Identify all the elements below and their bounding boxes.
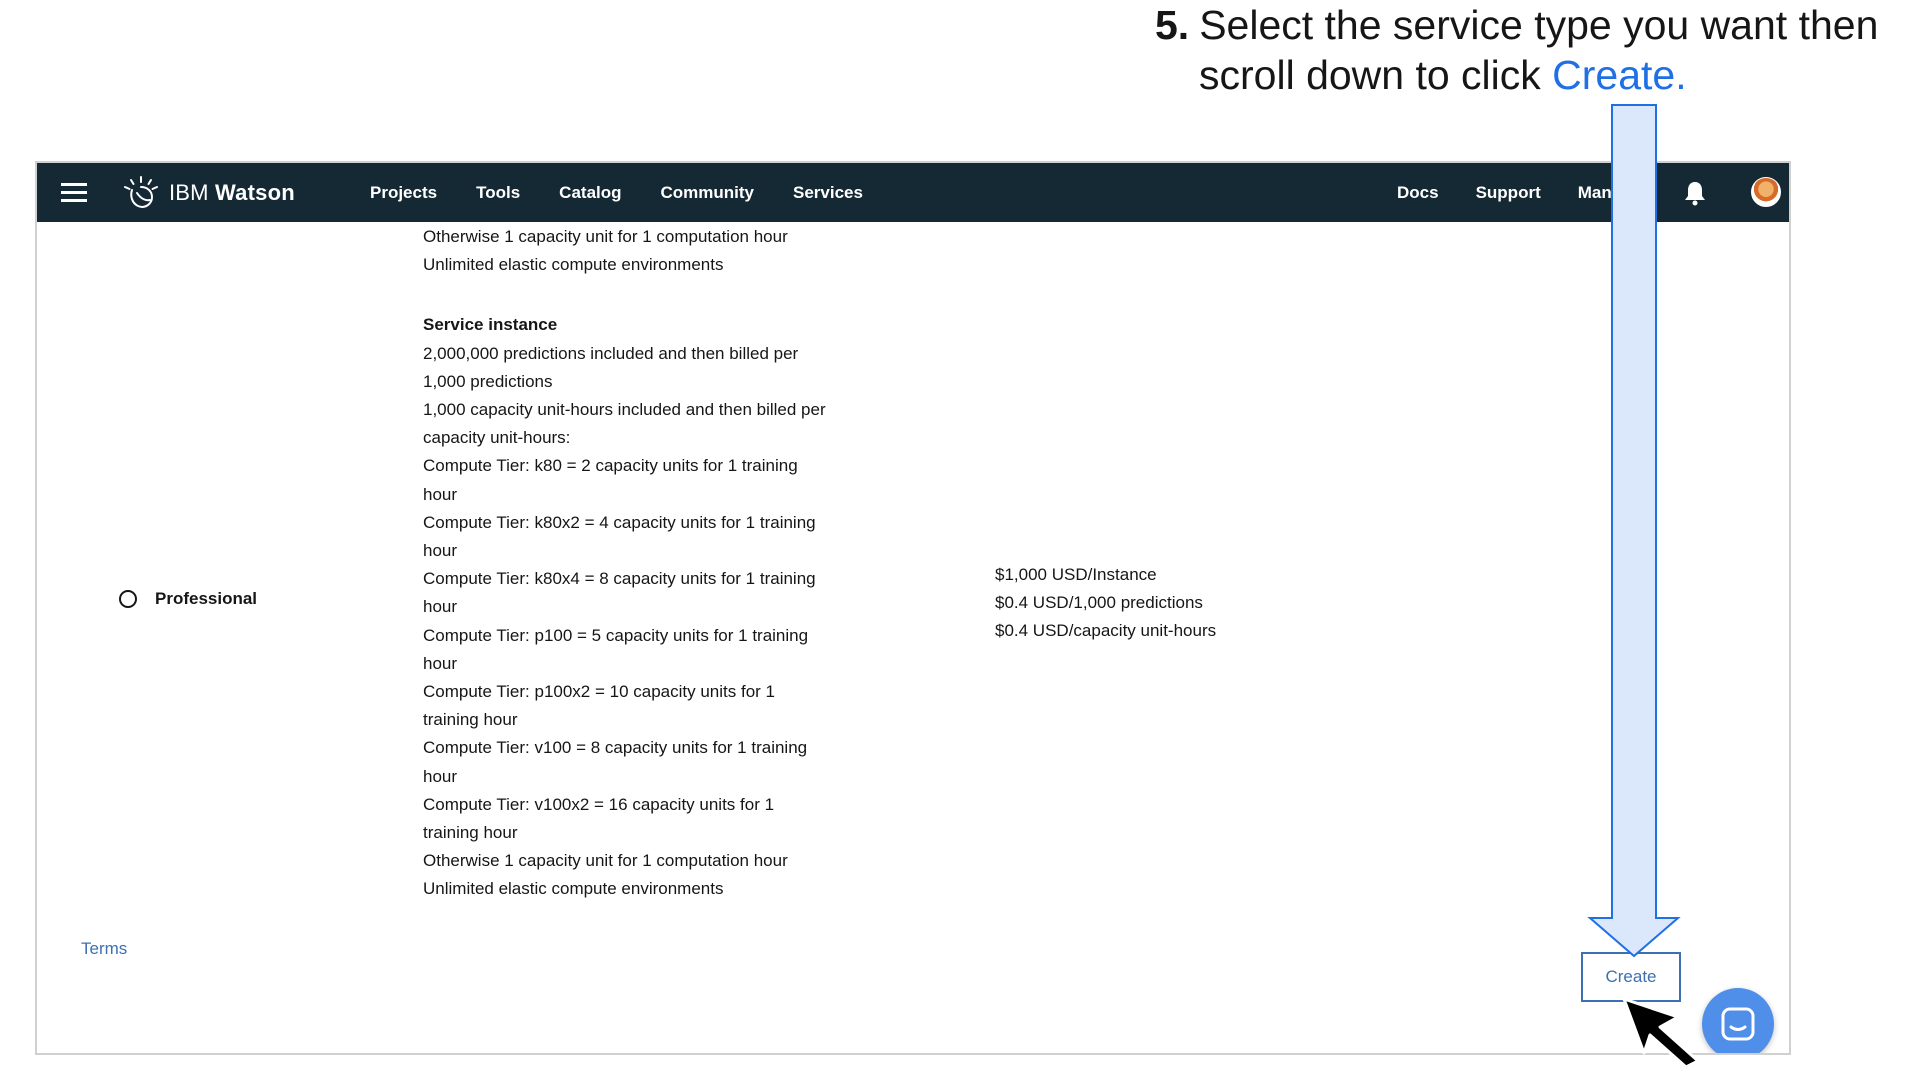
nav-support[interactable]: Support bbox=[1476, 183, 1541, 203]
feature-line: hour bbox=[423, 597, 458, 617]
nav-projects[interactable]: Projects bbox=[370, 183, 437, 203]
feature-line: Unlimited elastic compute environments bbox=[423, 879, 724, 899]
instruction-line-2: scroll down to click Create. bbox=[1155, 50, 1878, 100]
instruction-line-1: 5. Select the service type you want then bbox=[1155, 0, 1878, 50]
primary-nav: Projects Tools Catalog Community Service… bbox=[370, 163, 863, 222]
feature-line: capacity unit-hours: bbox=[423, 428, 571, 448]
feature-line: hour bbox=[423, 766, 458, 786]
price-line: $1,000 USD/Instance bbox=[995, 565, 1157, 584]
feature-line: hour bbox=[423, 541, 458, 561]
plan-list: Professional Otherwise 1 capacity unit f… bbox=[37, 222, 1789, 1053]
feature-line: Compute Tier: k80 = 2 capacity units for… bbox=[423, 456, 798, 476]
nav-catalog[interactable]: Catalog bbox=[559, 183, 621, 203]
feature-line: Compute Tier: v100x2 = 16 capacity units… bbox=[423, 794, 775, 814]
feature-line: Compute Tier: k80x2 = 4 capacity units f… bbox=[423, 512, 816, 532]
feature-line: Otherwise 1 capacity unit for 1 computat… bbox=[423, 227, 788, 246]
feature-line: Compute Tier: v100 = 8 capacity units fo… bbox=[423, 738, 808, 758]
watson-logo-icon bbox=[124, 176, 158, 208]
service-instance-heading: Service instance bbox=[423, 315, 558, 335]
feature-line: hour bbox=[423, 653, 458, 673]
plan-pricing: $1,000 USD/Instance $0.4 USD/1,000 predi… bbox=[995, 561, 1216, 646]
terms-link[interactable]: Terms bbox=[81, 939, 127, 959]
feature-line: 1,000 capacity unit-hours included and t… bbox=[423, 400, 826, 420]
nav-community[interactable]: Community bbox=[661, 183, 755, 203]
user-avatar[interactable] bbox=[1751, 177, 1781, 207]
nav-manage[interactable]: Mana bbox=[1578, 183, 1621, 203]
feature-line: Compute Tier: p100 = 5 capacity units fo… bbox=[423, 625, 809, 645]
plan-radio-button[interactable] bbox=[119, 590, 137, 608]
instruction-text-2: scroll down to click bbox=[1199, 52, 1553, 98]
nav-tools[interactable]: Tools bbox=[476, 183, 520, 203]
hamburger-icon[interactable] bbox=[61, 183, 87, 203]
feature-line: training hour bbox=[423, 710, 518, 730]
feature-line: training hour bbox=[423, 823, 518, 843]
feature-line: Compute Tier: k80x4 = 8 capacity units f… bbox=[423, 569, 816, 589]
mouse-pointer-icon bbox=[1622, 997, 1700, 1069]
plan-features: Otherwise 1 capacity unit for 1 computat… bbox=[423, 223, 883, 904]
price-line: $0.4 USD/capacity unit-hours bbox=[995, 621, 1217, 641]
feature-line: 1,000 predictions bbox=[423, 371, 553, 391]
feature-line: hour bbox=[423, 484, 458, 504]
secondary-nav: Docs Support Mana bbox=[1397, 163, 1621, 222]
instruction-text-1: Select the service type you want then bbox=[1199, 2, 1879, 48]
feature-line: Otherwise 1 capacity unit for 1 computat… bbox=[423, 851, 788, 871]
chat-launcher-button[interactable] bbox=[1702, 988, 1774, 1053]
brand-product: Watson bbox=[215, 180, 295, 205]
plan-name: Professional bbox=[155, 589, 258, 608]
nav-docs[interactable]: Docs bbox=[1397, 183, 1439, 203]
brand-name: IBM Watson bbox=[169, 180, 295, 206]
instruction-create-link: Create. bbox=[1552, 52, 1687, 98]
price-line: $0.4 USD/1,000 predictions bbox=[995, 593, 1203, 613]
feature-line: 2,000,000 predictions included and then … bbox=[423, 343, 799, 363]
instruction-callout: 5. Select the service type you want then … bbox=[1155, 0, 1878, 100]
step-number: 5. bbox=[1155, 2, 1190, 48]
app-window: IBM Watson Projects Tools Catalog Commun… bbox=[35, 161, 1791, 1055]
feature-line: Unlimited elastic compute environments bbox=[423, 255, 724, 275]
feature-line: Compute Tier: p100x2 = 10 capacity units… bbox=[423, 682, 776, 702]
brand-prefix: IBM bbox=[169, 180, 209, 205]
bell-icon[interactable] bbox=[1683, 180, 1707, 206]
brand[interactable]: IBM Watson bbox=[123, 175, 295, 211]
chat-icon bbox=[1721, 1007, 1755, 1041]
top-navigation-bar: IBM Watson Projects Tools Catalog Commun… bbox=[37, 163, 1789, 222]
nav-services[interactable]: Services bbox=[793, 183, 863, 203]
plan-option-professional[interactable]: Professional bbox=[119, 589, 257, 609]
